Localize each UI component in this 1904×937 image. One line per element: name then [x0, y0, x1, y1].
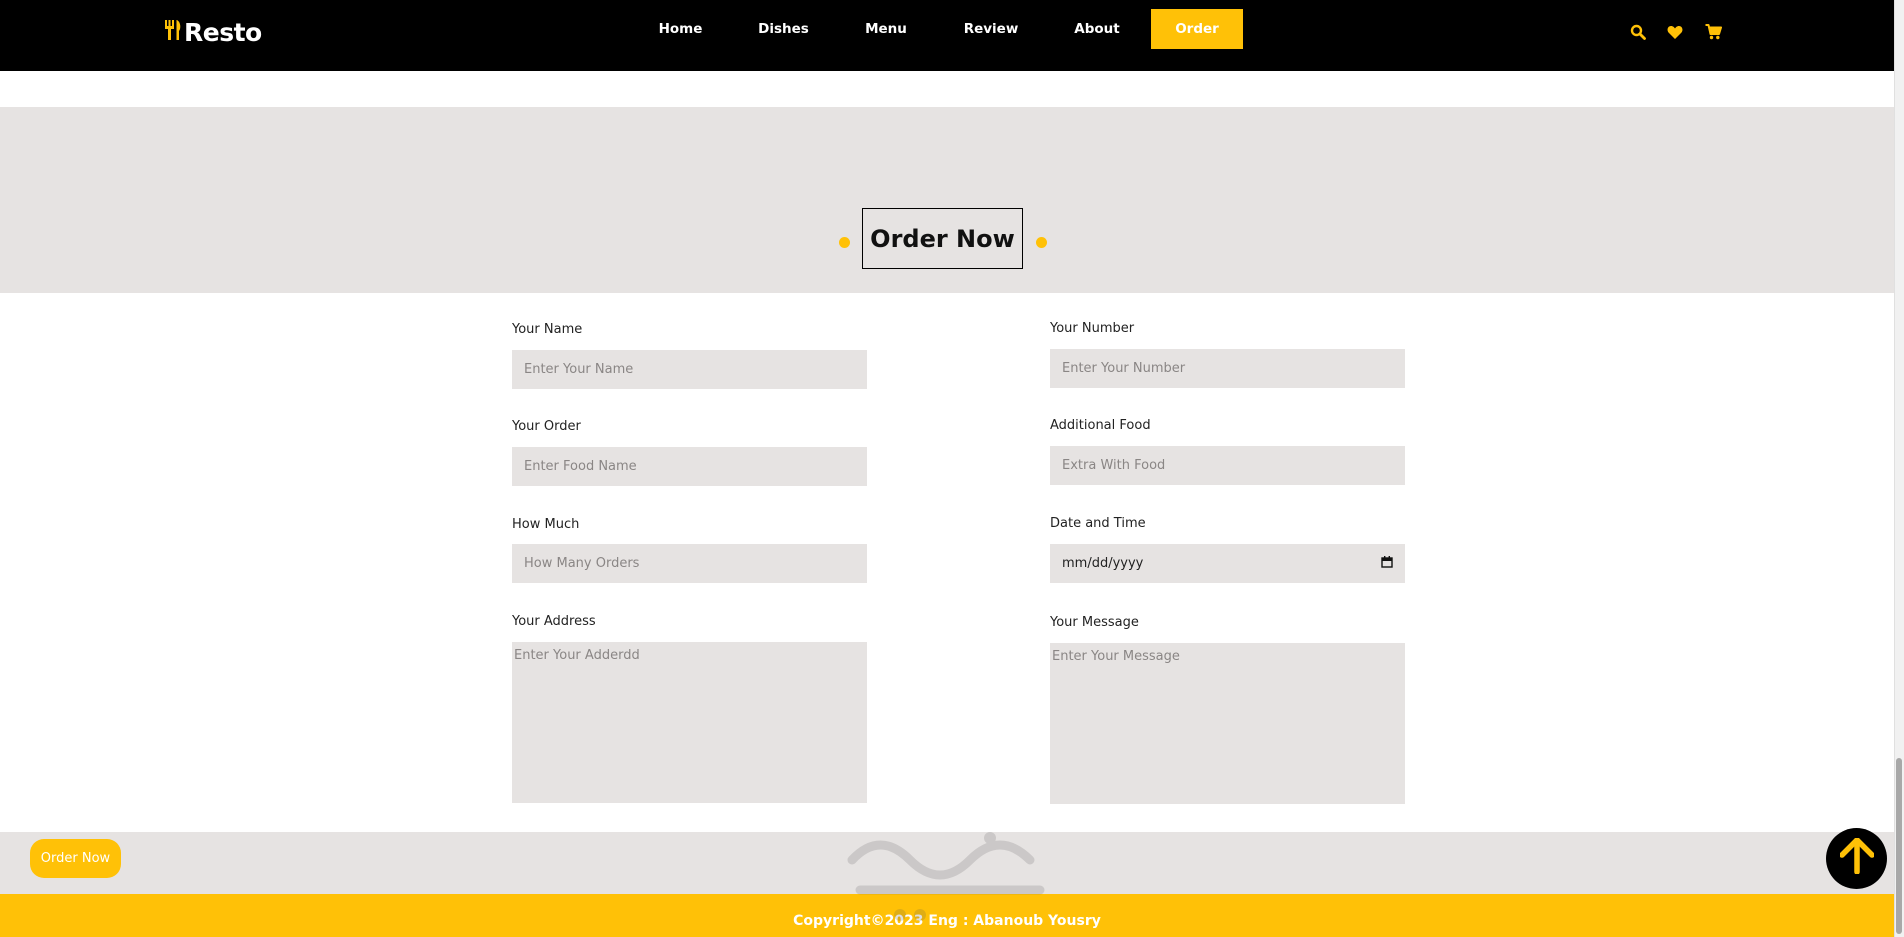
nav-dishes[interactable]: Dishes: [752, 9, 815, 49]
message-label: Your Message: [1050, 615, 1139, 630]
nav-home[interactable]: Home: [652, 9, 709, 49]
heading-dot-right: [1036, 237, 1047, 248]
how-much-label: How Much: [512, 517, 580, 532]
nav-menu[interactable]: Menu: [862, 9, 910, 49]
section-heading: Order Now: [862, 208, 1023, 269]
name-label: Your Name: [512, 322, 583, 337]
arrow-up-icon: [1838, 837, 1875, 879]
top-navbar: Resto Home Dishes Menu Review About Orde…: [0, 0, 1894, 71]
logo[interactable]: Resto: [164, 18, 262, 47]
footer: Copyright©2023 Eng : Abanoub Yousry: [0, 894, 1894, 937]
floating-order-button[interactable]: Order Now: [30, 839, 121, 878]
additional-food-input[interactable]: [1050, 446, 1405, 485]
heart-icon[interactable]: [1665, 22, 1685, 42]
date-time-input[interactable]: mm/dd/yyyy: [1050, 544, 1405, 583]
page: Resto Home Dishes Menu Review About Orde…: [0, 0, 1904, 937]
address-textarea[interactable]: [512, 642, 867, 803]
footer-copyright: Copyright©2023 Eng : Abanoub Yousry: [793, 913, 1101, 929]
order-input[interactable]: [512, 447, 867, 486]
nav-order[interactable]: Order: [1151, 9, 1243, 49]
number-input[interactable]: [1050, 349, 1405, 388]
utensils-icon: [164, 20, 182, 45]
search-icon[interactable]: [1628, 22, 1648, 42]
scroll-to-top-button[interactable]: [1826, 828, 1887, 889]
calendar-icon[interactable]: [1381, 555, 1393, 572]
heading-dot-left: [839, 237, 850, 248]
scrollbar-thumb[interactable]: [1896, 758, 1902, 934]
date-time-label: Date and Time: [1050, 516, 1146, 531]
nav-about[interactable]: About: [1070, 9, 1124, 49]
address-label: Your Address: [512, 614, 596, 629]
logo-text: Resto: [184, 18, 262, 47]
order-label: Your Order: [512, 419, 581, 434]
additional-food-label: Additional Food: [1050, 418, 1151, 433]
nav-review[interactable]: Review: [960, 9, 1022, 49]
number-label: Your Number: [1050, 321, 1135, 336]
cart-icon[interactable]: [1703, 22, 1723, 42]
message-textarea[interactable]: [1050, 643, 1405, 804]
section-heading-text: Order Now: [870, 224, 1015, 253]
bottom-band: [0, 832, 1894, 895]
how-much-input[interactable]: [512, 544, 867, 583]
name-input[interactable]: [512, 350, 867, 389]
date-time-value: mm/dd/yyyy: [1062, 556, 1144, 571]
